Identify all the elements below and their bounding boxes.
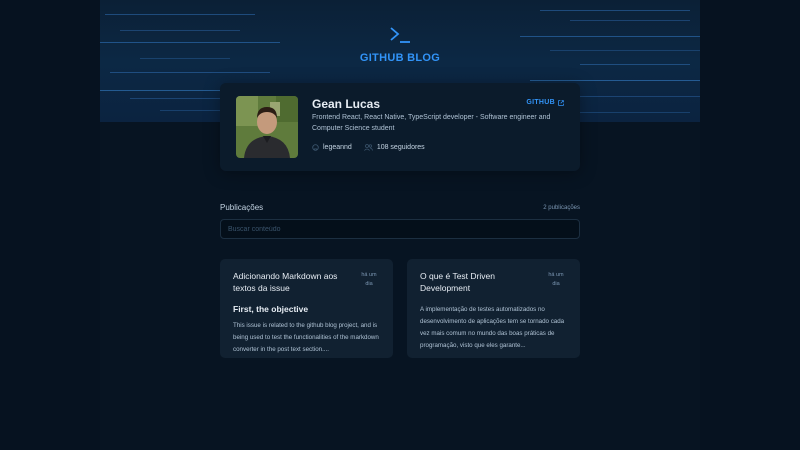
- post-card[interactable]: O que é Test Driven Development há um di…: [407, 259, 580, 358]
- profile-bio: Frontend React, React Native, TypeScript…: [312, 114, 551, 132]
- app-title: GITHUB BLOG: [359, 52, 441, 64]
- post-title: Adicionando Markdown aos textos da issue: [233, 271, 338, 293]
- post-title: O que é Test Driven Development: [420, 271, 495, 293]
- followers: 108 seguidores: [363, 144, 425, 151]
- followers-label: 108 seguidores: [376, 144, 425, 151]
- publications-count: 2 publicações: [543, 205, 580, 211]
- publications-label: Publicações: [220, 203, 264, 212]
- post-card[interactable]: Adicionando Markdown aos textos da issue…: [220, 259, 393, 358]
- post-excerpt: A implementação de testes automatizados …: [420, 306, 565, 349]
- external-link-icon: [558, 99, 564, 106]
- banner-line: [580, 64, 690, 65]
- post-heading: First, the objective: [233, 304, 309, 314]
- banner-line: [560, 96, 700, 97]
- github-icon: [312, 144, 319, 151]
- right-background: [700, 0, 800, 450]
- banner-line: [110, 72, 270, 73]
- banner-line: [105, 14, 255, 15]
- post-date: há um dia: [548, 272, 564, 287]
- github-link-label: GITHUB: [526, 99, 555, 106]
- username-label: legeannd: [323, 144, 352, 151]
- avatar: [236, 96, 298, 158]
- profile-meta: legeannd 108 seguidores: [312, 144, 425, 151]
- banner-line: [530, 80, 700, 81]
- search-input[interactable]: [220, 219, 580, 239]
- post-date: há um dia: [361, 272, 377, 287]
- profile-card: Gean Lucas GITHUB Frontend React, React …: [220, 83, 580, 171]
- github-link[interactable]: GITHUB: [526, 99, 564, 106]
- github-username: legeannd: [312, 144, 352, 151]
- terminal-icon: [390, 27, 410, 43]
- logo: GITHUB BLOG: [100, 26, 700, 64]
- profile-name: Gean Lucas: [312, 97, 381, 111]
- banner-line: [570, 20, 690, 21]
- left-background: [0, 0, 100, 450]
- users-icon: [363, 144, 373, 151]
- banner-line: [540, 10, 690, 11]
- post-excerpt: This issue is related to the github blog…: [233, 322, 379, 353]
